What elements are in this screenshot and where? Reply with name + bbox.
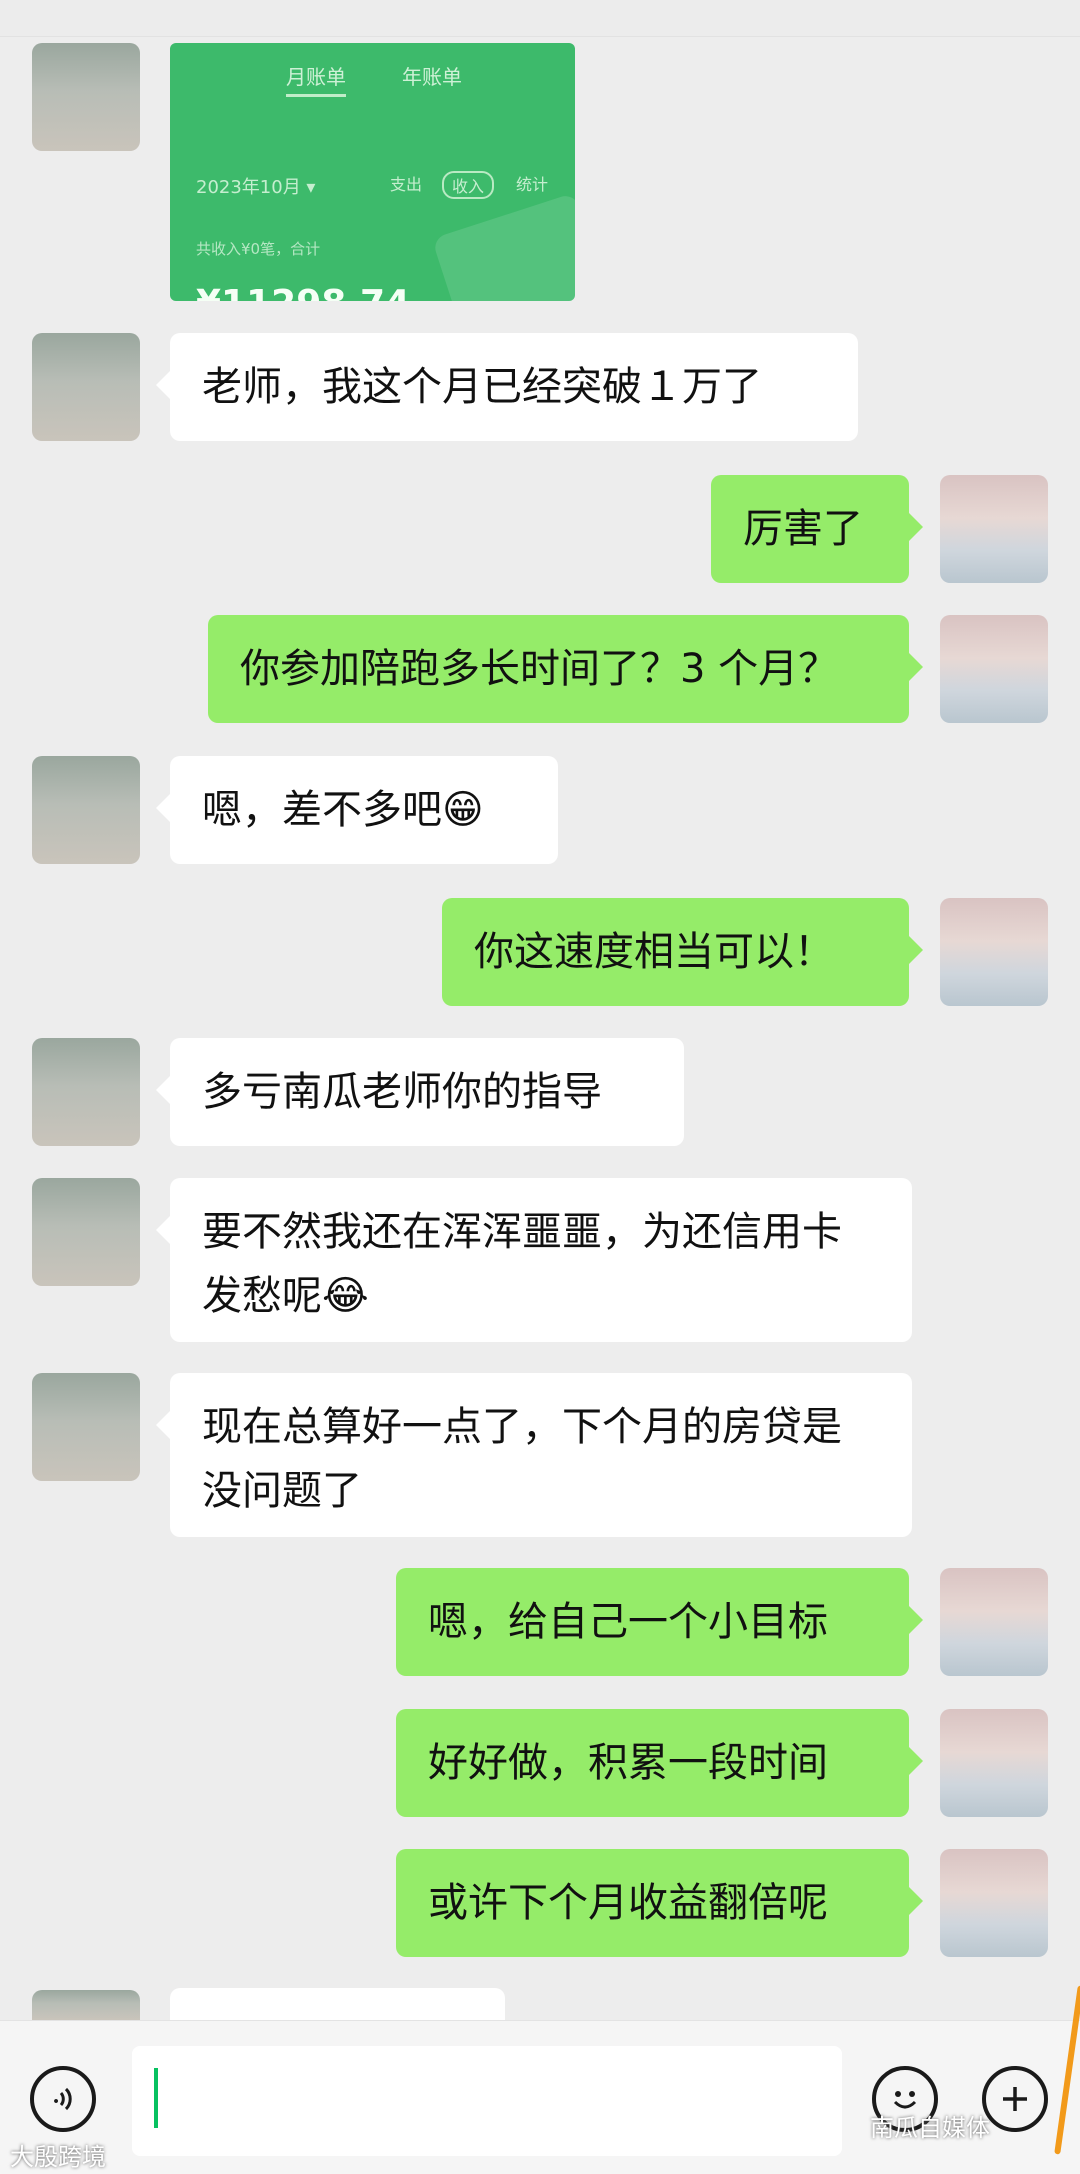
message-bubble-outgoing[interactable]: 你参加陪跑多长时间了？3 个月？: [208, 615, 923, 723]
card-decoration: [431, 192, 575, 301]
bill-month: 2023年10月 ▾: [196, 177, 316, 198]
tab-monthly-bill: 月账单: [286, 61, 346, 97]
message-bubble-outgoing[interactable]: 嗯，给自己一个小目标: [396, 1568, 923, 1676]
message-bubble-incoming[interactable]: 要不然我还在浑浑噩噩，为还信用卡发愁呢😂: [156, 1178, 912, 1342]
bill-image-card[interactable]: 月账单 年账单 2023年10月 ▾ 支出 收入 统计 共收入¥0笔，合计 ¥1…: [170, 43, 575, 301]
my-avatar[interactable]: [940, 1709, 1048, 1817]
my-avatar[interactable]: [940, 1568, 1048, 1676]
bill-subtitle: 共收入¥0笔，合计: [196, 240, 321, 258]
my-avatar[interactable]: [940, 898, 1048, 1006]
my-avatar[interactable]: [940, 475, 1048, 583]
more-button[interactable]: [982, 2066, 1048, 2132]
tab-yearly-bill: 年账单: [402, 65, 462, 89]
voice-icon: [54, 2087, 72, 2111]
chip-stats: 统计: [516, 175, 549, 194]
message-bubble-incoming[interactable]: 现在总算好一点了，下个月的房贷是没问题了: [156, 1373, 912, 1537]
message-bubble-outgoing[interactable]: 厉害了: [711, 475, 923, 583]
message-bubble-partial[interactable]: [170, 1988, 505, 2020]
voice-button[interactable]: [30, 2066, 96, 2132]
contact-avatar[interactable]: [32, 1373, 140, 1481]
contact-avatar[interactable]: [32, 756, 140, 864]
contact-avatar[interactable]: [32, 1990, 140, 2020]
message-bubble-incoming[interactable]: 多亏南瓜老师你的指导: [156, 1038, 684, 1146]
chip-expense: 支出: [390, 175, 423, 194]
watermark-right: 南瓜自媒体: [870, 2114, 990, 2142]
contact-avatar[interactable]: [32, 333, 140, 441]
message-bubble-outgoing[interactable]: 好好做，积累一段时间: [396, 1709, 923, 1817]
bill-amount: ¥11298.74: [196, 283, 410, 301]
watermark-left: 大殷跨境: [10, 2143, 106, 2171]
text-cursor: [154, 2068, 158, 2128]
plus-icon: [1003, 2087, 1027, 2111]
message-bubble-incoming[interactable]: 嗯，差不多吧😁: [156, 756, 558, 864]
message-bubble-outgoing[interactable]: 你这速度相当可以！: [442, 898, 923, 1006]
top-strip: [0, 0, 1080, 37]
contact-avatar[interactable]: [32, 1178, 140, 1286]
message-bubble-incoming[interactable]: 老师，我这个月已经突破１万了: [156, 333, 858, 441]
my-avatar[interactable]: [940, 1849, 1048, 1957]
contact-avatar[interactable]: [32, 43, 140, 151]
contact-avatar[interactable]: [32, 1038, 140, 1146]
message-bubble-outgoing[interactable]: 或许下个月收益翻倍呢: [396, 1849, 923, 1957]
my-avatar[interactable]: [940, 615, 1048, 723]
message-input[interactable]: [132, 2046, 842, 2156]
chip-income: 收入: [442, 171, 495, 199]
